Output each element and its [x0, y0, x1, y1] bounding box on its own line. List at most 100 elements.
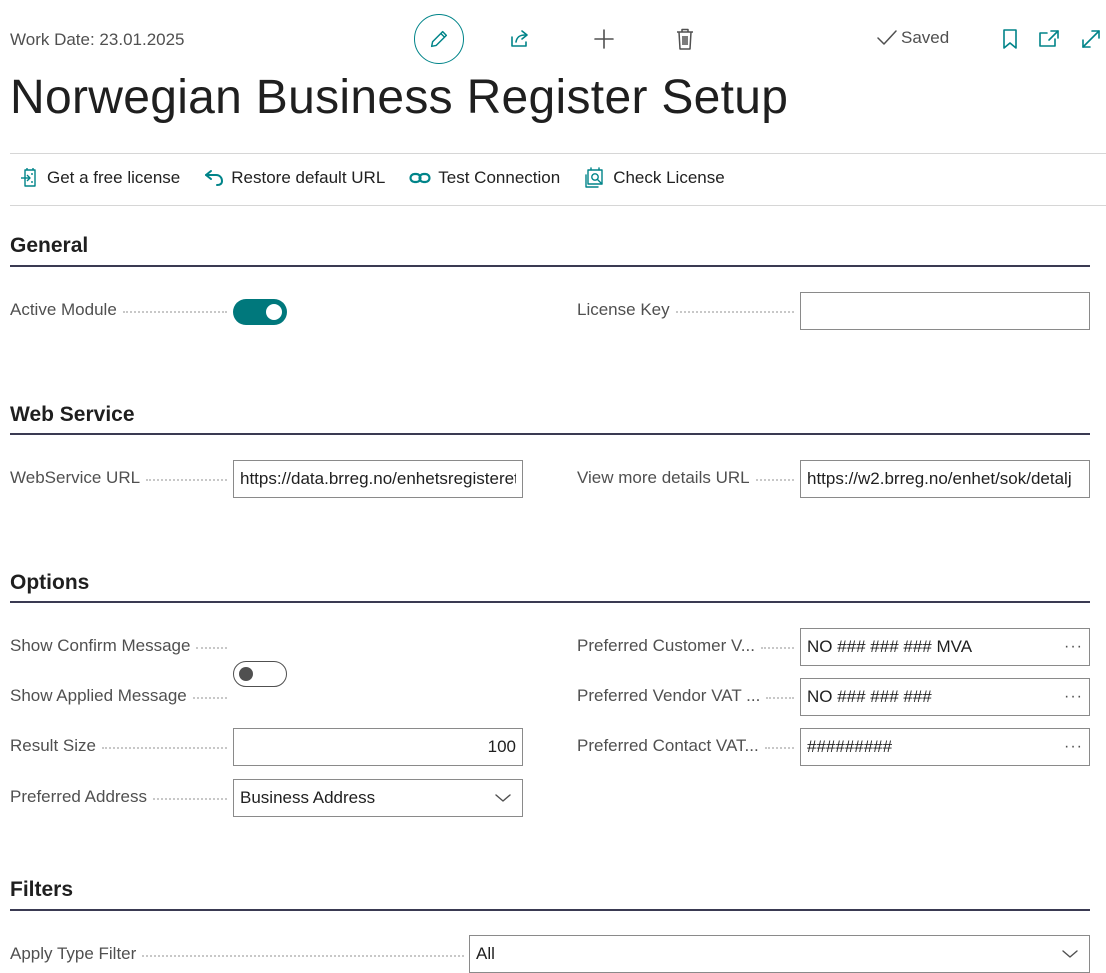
license-key-field[interactable]: [800, 292, 1090, 330]
pref-contact-value: #########: [807, 737, 893, 756]
trash-icon: [677, 28, 693, 50]
title-divider: [10, 153, 1106, 154]
test-connection-label: Test Connection: [438, 168, 561, 187]
show-confirm-label-text: Show Confirm Message: [10, 636, 191, 655]
chevron-down-icon: [495, 794, 511, 802]
apply-type-filter-label: Apply Type Filter: [10, 944, 470, 964]
webservice-url-label: WebService URL: [10, 468, 233, 488]
restore-default-url-action[interactable]: Restore default URL: [204, 168, 385, 188]
show-confirm-toggle[interactable]: [233, 661, 287, 687]
details-url-value: https://w2.brreg.no/enhet/sok/detalj: [807, 469, 1072, 488]
license-key-label-text: License Key: [577, 300, 670, 319]
preferred-address-select[interactable]: Business Address: [233, 779, 523, 817]
dotted-leader: [146, 479, 227, 481]
pencil-icon: [430, 30, 448, 48]
expand-button[interactable]: [1076, 24, 1106, 54]
license-icon: [21, 168, 36, 187]
check-license-icon: [585, 167, 603, 188]
section-options-title[interactable]: Options: [10, 571, 89, 595]
open-new-window-button[interactable]: [1034, 24, 1064, 54]
active-module-label: Active Module: [10, 300, 233, 320]
lookup-ellipsis-icon[interactable]: ···: [1058, 688, 1083, 706]
pref-customer-label: Preferred Customer V...: [577, 636, 800, 656]
section-general-title[interactable]: General: [10, 234, 88, 258]
saved-label: Saved: [901, 28, 950, 47]
dotted-leader: [142, 955, 464, 957]
show-applied-label-text: Show Applied Message: [10, 686, 187, 705]
bookmark-icon: [1003, 29, 1017, 49]
webservice-url-field[interactable]: https://data.brreg.no/enhetsregisteret: [233, 460, 523, 498]
section-options-rule: [10, 601, 1090, 603]
preferred-address-label: Preferred Address: [10, 787, 233, 807]
toggle-knob: [266, 304, 282, 320]
webservice-url-value: https://data.brreg.no/enhetsregisteret: [240, 469, 516, 488]
plus-icon: [594, 29, 614, 49]
apply-type-filter-label-text: Apply Type Filter: [10, 944, 137, 963]
apply-type-filter-value: All: [476, 944, 495, 963]
details-url-field[interactable]: https://w2.brreg.no/enhet/sok/detalj: [800, 460, 1090, 498]
preferred-address-value: Business Address: [240, 788, 376, 807]
bookmark-button[interactable]: [995, 24, 1025, 54]
show-confirm-label: Show Confirm Message: [10, 636, 233, 656]
link-icon: [409, 172, 431, 184]
active-module-label-text: Active Module: [10, 300, 117, 319]
pref-vendor-label: Preferred Vendor VAT ...: [577, 686, 800, 706]
dotted-leader: [196, 647, 227, 649]
section-general-rule: [10, 265, 1090, 267]
share-icon: [511, 30, 528, 47]
dotted-leader: [766, 697, 794, 699]
details-url-label-text: View more details URL: [577, 468, 750, 487]
result-size-value: 100: [487, 737, 516, 756]
toggle-knob: [239, 666, 253, 681]
license-key-label: License Key: [577, 300, 800, 320]
active-module-toggle[interactable]: [233, 299, 287, 325]
pref-vendor-field[interactable]: NO ### ### ### ···: [800, 678, 1090, 716]
dotted-leader: [760, 647, 794, 649]
expand-icon: [1082, 30, 1100, 48]
dotted-leader: [153, 798, 227, 800]
dotted-leader: [101, 747, 227, 749]
lookup-ellipsis-icon[interactable]: ···: [1058, 738, 1083, 756]
pref-contact-label: Preferred Contact VAT...: [577, 736, 800, 756]
share-button[interactable]: [505, 24, 535, 54]
result-size-label-text: Result Size: [10, 736, 96, 755]
result-size-field[interactable]: 100: [233, 728, 523, 766]
open-new-window-icon: [1039, 30, 1059, 47]
pref-vendor-label-text: Preferred Vendor VAT ...: [577, 686, 761, 705]
pref-contact-field[interactable]: ######### ···: [800, 728, 1090, 766]
undo-icon: [205, 170, 224, 186]
actionbar-divider: [10, 205, 1106, 206]
section-web-service-title[interactable]: Web Service: [10, 403, 135, 427]
new-button[interactable]: [589, 24, 619, 54]
restore-default-url-label: Restore default URL: [231, 168, 386, 187]
dotted-leader: [764, 747, 794, 749]
dotted-leader: [755, 479, 794, 481]
pref-customer-field[interactable]: NO ### ### ### MVA ···: [800, 628, 1090, 666]
result-size-label: Result Size: [10, 736, 233, 756]
delete-button[interactable]: [670, 24, 700, 54]
check-license-label: Check License: [613, 168, 725, 187]
test-connection-action[interactable]: Test Connection: [409, 168, 560, 188]
check-license-action[interactable]: Check License: [584, 167, 725, 189]
dotted-leader: [675, 311, 794, 313]
chevron-down-icon: [1062, 950, 1078, 958]
section-filters-title[interactable]: Filters: [10, 878, 73, 902]
saved-status: Saved: [876, 28, 949, 48]
lookup-ellipsis-icon[interactable]: ···: [1058, 638, 1083, 656]
checkmark-icon: [877, 30, 897, 45]
webservice-url-label-text: WebService URL: [10, 468, 141, 487]
page-title: Norwegian Business Register Setup: [10, 71, 789, 124]
pref-vendor-value: NO ### ### ###: [807, 687, 932, 706]
work-date: Work Date: 23.01.2025: [10, 30, 185, 49]
section-filters-rule: [10, 909, 1090, 911]
apply-type-filter-select[interactable]: All: [469, 935, 1090, 973]
get-free-license-action[interactable]: Get a free license: [20, 167, 180, 189]
pref-contact-label-text: Preferred Contact VAT...: [577, 736, 759, 755]
get-free-license-label: Get a free license: [47, 168, 181, 187]
pref-customer-value: NO ### ### ### MVA: [807, 637, 973, 656]
preferred-address-label-text: Preferred Address: [10, 787, 148, 806]
pref-customer-label-text: Preferred Customer V...: [577, 636, 755, 655]
action-bar: Get a free license Restore default URL T…: [20, 167, 725, 189]
dotted-leader: [122, 311, 227, 313]
edit-button[interactable]: [414, 14, 464, 64]
